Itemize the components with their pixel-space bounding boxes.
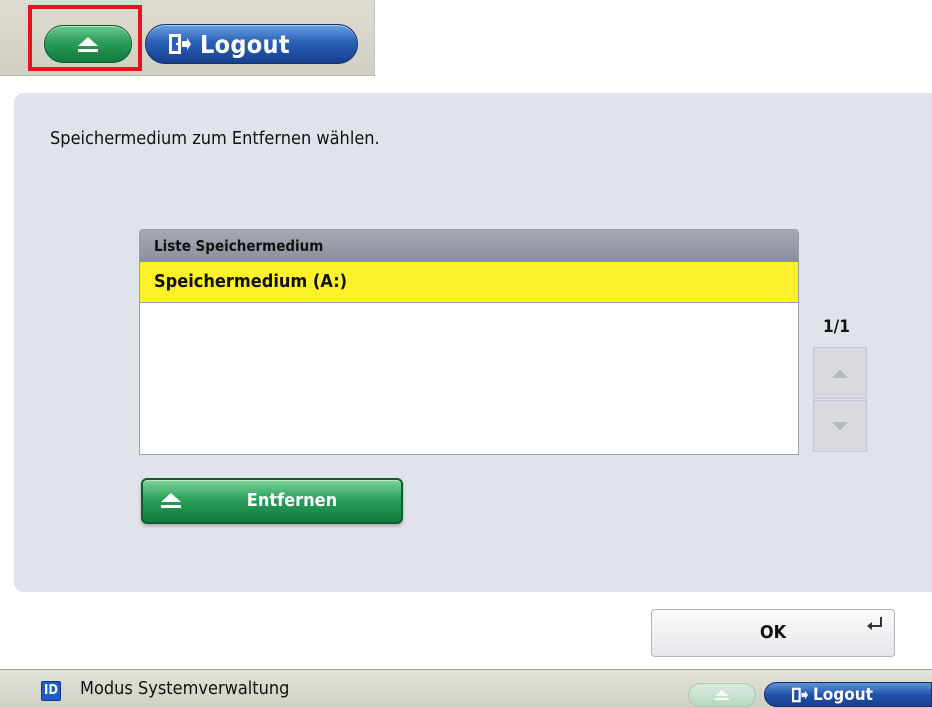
highlight-box [28, 5, 142, 71]
arrow-up-icon [832, 368, 848, 378]
scroll-up-button[interactable] [813, 347, 867, 399]
arrow-down-icon [832, 421, 848, 431]
scroll-down-button[interactable] [813, 400, 867, 452]
door-exit-icon [168, 33, 192, 55]
list-header: Liste Speichermedium [140, 230, 798, 262]
ok-button[interactable]: OK [651, 609, 895, 657]
page-indicator: 1/1 [823, 317, 850, 337]
eject-icon [715, 690, 729, 700]
mode-label: Modus Systemverwaltung [80, 678, 290, 699]
remove-button-label: Entfernen [246, 490, 338, 511]
logout-label: Logout [813, 684, 873, 705]
status-bar: ID Modus Systemverwaltung Logout [0, 669, 932, 708]
list-item-selected[interactable]: Speichermedium (A:) [140, 262, 798, 303]
door-exit-icon [791, 687, 809, 703]
logout-button-status[interactable]: Logout [764, 682, 932, 707]
eject-icon [161, 493, 181, 508]
instruction-text: Speichermedium zum Entfernen wählen. [50, 128, 380, 149]
eject-button-status[interactable] [688, 683, 756, 707]
logout-button[interactable]: Logout [145, 24, 358, 64]
remove-button[interactable]: Entfernen [141, 478, 403, 524]
id-badge-icon: ID [41, 681, 61, 701]
storage-media-list: Liste Speichermedium Speichermedium (A:) [139, 229, 799, 455]
ok-label: OK [759, 622, 787, 643]
logout-label: Logout [200, 29, 290, 59]
enter-icon [866, 602, 884, 648]
